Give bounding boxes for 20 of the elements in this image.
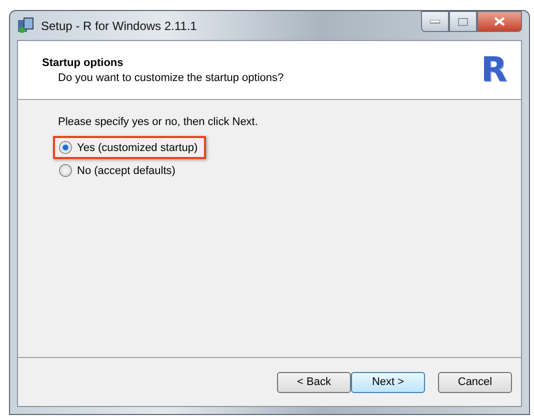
dialog-button[interactable]: < Back: [277, 372, 351, 392]
page-title: Startup options: [42, 56, 124, 68]
radio-button[interactable]: [59, 141, 72, 154]
close-icon: [494, 17, 505, 26]
minimize-button[interactable]: [421, 11, 449, 32]
installer-icon: [17, 17, 35, 34]
window-title: Setup - R for Windows 2.11.1: [41, 18, 198, 32]
minimize-icon: [430, 20, 440, 24]
page-subtitle: Do you want to customize the startup options?: [57, 72, 285, 84]
maximize-button[interactable]: [449, 11, 477, 32]
maximize-icon: [458, 18, 468, 26]
radio-button[interactable]: [59, 164, 72, 177]
radio-option[interactable]: No (accept defaults): [53, 159, 184, 182]
option-label[interactable]: Yes (customized startup): [77, 142, 198, 154]
dialog-button[interactable]: Cancel: [438, 372, 512, 392]
logo: R: [480, 50, 507, 90]
instruction-text: Please specify yes or no, then click Next.: [58, 116, 258, 128]
close-button[interactable]: [477, 11, 522, 32]
dialog-button[interactable]: Next >: [351, 372, 425, 392]
option-label[interactable]: No (accept defaults): [77, 164, 176, 176]
